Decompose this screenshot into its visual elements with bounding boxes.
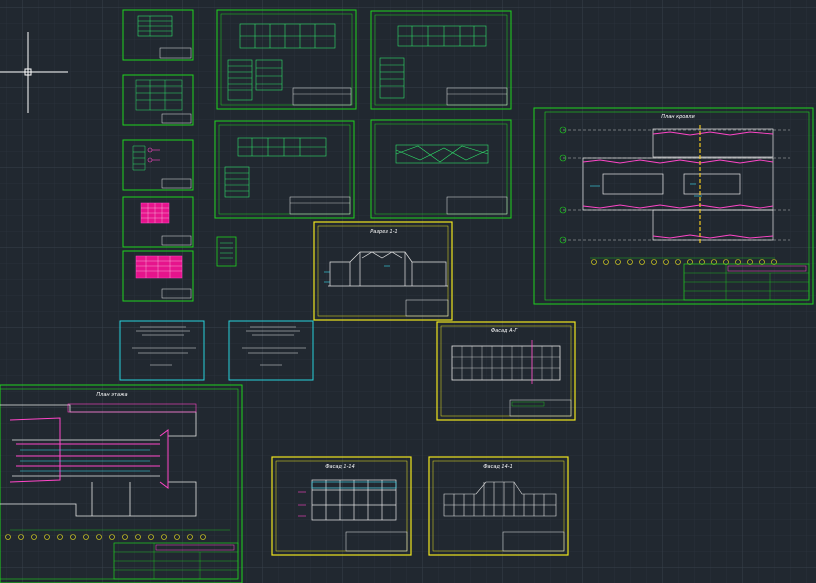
- model-space-canvas[interactable]: План кровли Разрез 1-1 Фасад А-Г Фасад 1…: [0, 0, 816, 583]
- facade-2-title: Фасад 1-14: [325, 464, 355, 470]
- facade-3-title: Фасад 14-1: [483, 464, 513, 470]
- drawing-grid: [0, 0, 816, 583]
- ground-plan-title: План этажа: [96, 392, 127, 398]
- section-1-title: Разрез 1-1: [370, 229, 397, 235]
- facade-1-title: Фасад А-Г: [491, 328, 518, 334]
- roof-plan-title: План кровли: [661, 114, 695, 120]
